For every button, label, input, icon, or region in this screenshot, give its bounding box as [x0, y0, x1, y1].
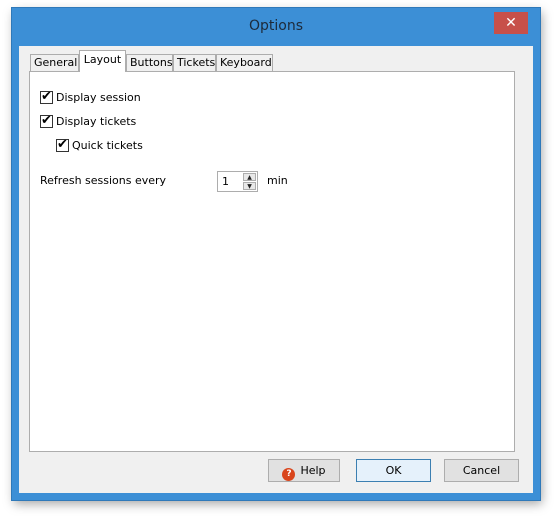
display-tickets-label: Display tickets [56, 115, 137, 128]
refresh-sessions-label: Refresh sessions every [40, 174, 167, 187]
refresh-interval-value[interactable]: 1 [222, 175, 229, 188]
display-session-checkbox[interactable]: ✔ [40, 89, 53, 104]
check-icon: ✔ [41, 89, 52, 104]
tab-keyboard[interactable]: Keyboard [216, 54, 273, 71]
tab-buttons[interactable]: Buttons [126, 54, 173, 71]
window-title: Options [248, 18, 304, 34]
options-window: Options ✕ General Layout Buttons Tickets… [12, 8, 540, 500]
tab-layout[interactable]: Layout [79, 50, 126, 72]
quick-tickets-option[interactable]: ✔ Quick tickets [56, 137, 143, 152]
display-tickets-checkbox[interactable]: ✔ [40, 113, 53, 128]
cancel-button[interactable]: Cancel [444, 459, 519, 482]
help-button[interactable]: ? Help [268, 459, 340, 482]
display-session-label: Display session [56, 91, 141, 104]
tab-general[interactable]: General [30, 54, 79, 71]
help-button-label: Help [300, 464, 326, 477]
quick-tickets-label: Quick tickets [72, 139, 143, 152]
check-icon: ✔ [41, 113, 52, 128]
display-tickets-option[interactable]: ✔ Display tickets [40, 113, 137, 128]
spin-down-button[interactable]: ▼ [243, 182, 256, 190]
title-bar: Options ✕ [12, 8, 540, 46]
spin-buttons: ▲ ▼ [243, 173, 256, 190]
refresh-interval-stepper[interactable]: 1 ▲ ▼ [217, 171, 258, 192]
chevron-down-icon: ▼ [247, 183, 252, 190]
spin-up-button[interactable]: ▲ [243, 173, 256, 181]
chevron-up-icon: ▲ [247, 174, 252, 181]
check-icon: ✔ [57, 137, 68, 152]
close-button[interactable]: ✕ [494, 12, 528, 34]
refresh-unit-label: min [267, 174, 288, 187]
tab-tickets[interactable]: Tickets [173, 54, 216, 71]
layout-tab-panel: ✔ Display session ✔ Display tickets ✔ Qu… [29, 71, 515, 452]
quick-tickets-checkbox[interactable]: ✔ [56, 137, 69, 152]
dialog-client: General Layout Buttons Tickets Keyboard … [19, 46, 533, 493]
display-session-option[interactable]: ✔ Display session [40, 89, 141, 104]
ok-button[interactable]: OK [356, 459, 431, 482]
help-icon: ? [282, 468, 296, 481]
close-icon: ✕ [505, 15, 517, 31]
